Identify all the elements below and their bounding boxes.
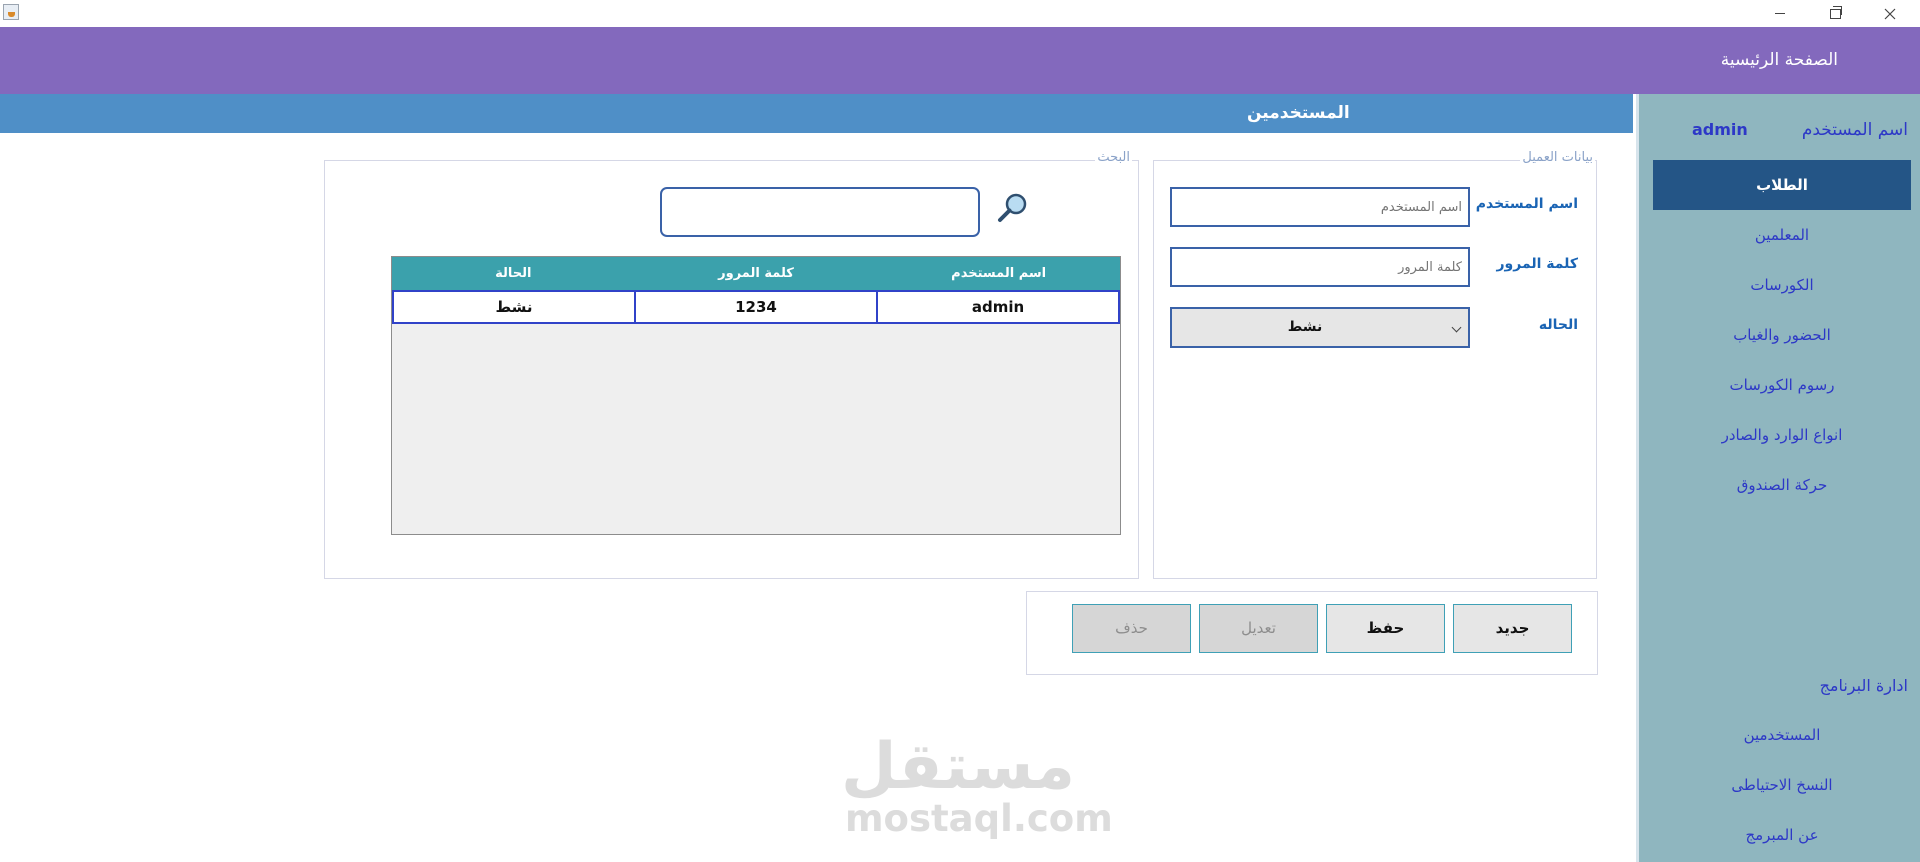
page-title: المستخدمين — [1247, 103, 1350, 123]
username-field-label: اسم المستخدم — [1475, 196, 1578, 212]
table-row[interactable]: admin 1234 نشط — [392, 290, 1120, 324]
new-button[interactable]: جديد — [1453, 604, 1572, 653]
minimize-icon — [1775, 13, 1785, 14]
page-title-bar: المستخدمين — [0, 94, 1633, 133]
home-link[interactable]: الصفحة الرئيسية — [1721, 27, 1838, 94]
sidebar-item-courses[interactable]: الكورسات — [1653, 260, 1911, 310]
sidebar-item-course-fees[interactable]: رسوم الكورسات — [1653, 360, 1911, 410]
current-username: admin — [1692, 120, 1748, 139]
save-button[interactable]: حفظ — [1326, 604, 1445, 653]
java-app-icon — [3, 4, 19, 20]
sidebar-item-cash-movement[interactable]: حركة الصندوق — [1653, 460, 1911, 510]
sidebar-item-about[interactable]: عن المبرمج — [1653, 810, 1911, 860]
sidebar-item-users[interactable]: المستخدمين — [1653, 710, 1911, 760]
sidebar-item-teachers[interactable]: المعلمين — [1653, 210, 1911, 260]
delete-button[interactable]: حذف — [1072, 604, 1191, 653]
username-input[interactable] — [1170, 187, 1470, 227]
search-legend: البحث — [1095, 150, 1132, 165]
cell-status[interactable]: نشط — [392, 290, 634, 324]
table-header: اسم المستخدم كلمة المرور الحالة — [392, 257, 1120, 290]
sidebar: اسم المستخدم admin الطلاب المعلمين الكور… — [1636, 94, 1920, 862]
status-field-label: الحاله — [1538, 317, 1578, 333]
sidebar-item-income-expense-types[interactable]: انواع الوارد والصادر — [1653, 410, 1911, 460]
column-header-status[interactable]: الحالة — [392, 257, 635, 290]
window-titlebar — [0, 0, 1920, 27]
client-data-legend: بيانات العميل — [1520, 150, 1595, 165]
cell-username[interactable]: admin — [876, 290, 1120, 324]
username-label: اسم المستخدم — [1801, 120, 1908, 140]
sidebar-item-attendance[interactable]: الحضور والغياب — [1653, 310, 1911, 360]
program-admin-label: ادارة البرنامج — [1819, 676, 1908, 695]
status-select-value: نشط — [1287, 319, 1323, 335]
edit-button[interactable]: تعديل — [1199, 604, 1318, 653]
restore-icon — [1829, 5, 1842, 19]
cell-password[interactable]: 1234 — [634, 290, 876, 324]
app-header: الصفحة الرئيسية — [0, 27, 1920, 94]
search-input[interactable] — [660, 187, 980, 237]
status-select[interactable]: نشط — [1170, 307, 1470, 348]
watermark-latin: mostaql.com — [845, 797, 1113, 840]
watermark-arabic: مستقل — [840, 730, 1075, 804]
column-header-password[interactable]: كلمة المرور — [635, 257, 878, 290]
restore-button[interactable] — [1808, 0, 1862, 27]
close-icon — [1884, 8, 1896, 19]
column-header-username[interactable]: اسم المستخدم — [877, 257, 1120, 290]
password-field-label: كلمة المرور — [1496, 256, 1578, 272]
minimize-button[interactable] — [1753, 0, 1807, 27]
chevron-down-icon — [1451, 322, 1462, 333]
search-icon[interactable] — [996, 191, 1030, 225]
password-input[interactable] — [1170, 247, 1470, 287]
sidebar-item-students[interactable]: الطلاب — [1653, 160, 1911, 210]
close-button[interactable] — [1863, 0, 1917, 27]
sidebar-item-backup[interactable]: النسخ الاحتياطى — [1653, 760, 1911, 810]
users-table[interactable]: اسم المستخدم كلمة المرور الحالة admin 12… — [391, 256, 1121, 535]
watermark: مستقل mostaql.com — [840, 730, 1113, 840]
